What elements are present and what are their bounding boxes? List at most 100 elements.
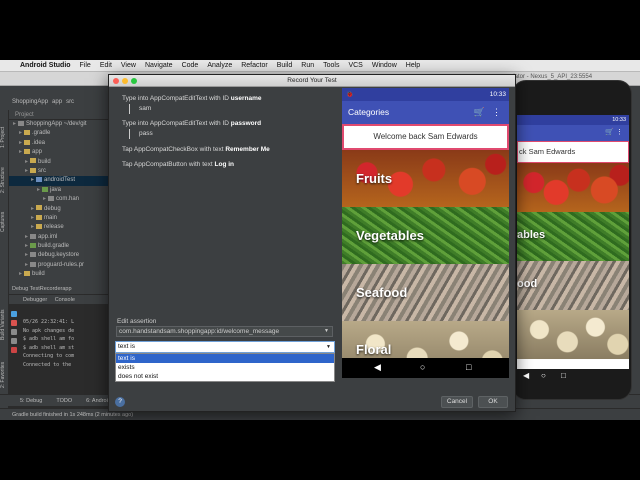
menu-app-name[interactable]: Android Studio [20, 62, 71, 69]
tree-item[interactable]: ▸ ShoppingApp ~/dev/git [9, 120, 112, 129]
cart-icon[interactable]: 🛒 [474, 101, 485, 124]
tree-item[interactable]: ▸ src [9, 167, 112, 176]
debug-bug-icon: 🐞 [346, 92, 354, 98]
minimize-window-icon[interactable] [122, 78, 128, 84]
cart-icon[interactable]: 🛒 [605, 129, 614, 136]
tree-item[interactable]: ▸ proguard-rules.pr [9, 261, 112, 270]
console-line: $ adb shell am st [23, 344, 75, 351]
tree-item-label: app.iml [38, 233, 58, 240]
category-vegetables[interactable]: Vegetables [342, 207, 509, 264]
menu-window[interactable]: Window [372, 62, 397, 69]
tree-item[interactable]: ▸ build.gradle [9, 242, 112, 251]
menu-vcs[interactable]: VCS [348, 62, 362, 69]
tab-debugger[interactable]: Debugger [23, 297, 47, 303]
menu-code[interactable]: Code [182, 62, 199, 69]
dialog-title-bar: Record Your Test [109, 75, 515, 87]
recorded-event-login[interactable]: Tap AppCompatButton with text Log in [122, 161, 234, 168]
assertion-condition-select[interactable]: text is ▼ [115, 341, 335, 353]
option-does-not-exist[interactable]: does not exist [116, 372, 334, 381]
tree-item[interactable]: ▸ main [9, 214, 112, 223]
pause-icon[interactable] [11, 329, 17, 335]
console-line: $ adb shell am fo [23, 336, 75, 342]
menu-view[interactable]: View [121, 62, 136, 69]
folder-icon [30, 158, 36, 164]
captures-tool-tab[interactable]: Captures [0, 205, 9, 239]
ok-button[interactable]: OK [478, 396, 508, 408]
structure-tool-tab[interactable]: 2: Structure [0, 160, 9, 200]
welcome-message: Welcome back Sam Edwards [342, 124, 509, 150]
tree-item[interactable]: ▸ com.han [9, 195, 112, 204]
tree-item[interactable]: ▸ release [9, 223, 112, 232]
assertion-condition-value: text is [118, 343, 135, 350]
assertion-condition-dropdown: text is exists does not exist [115, 353, 335, 382]
build-variants-tool-tab[interactable]: Build Variants [0, 300, 9, 350]
stop-icon[interactable] [11, 320, 17, 326]
tree-item[interactable]: ▸ app [9, 148, 112, 157]
phone-category-seafood[interactable]: ood [517, 261, 629, 310]
zoom-window-icon[interactable] [131, 78, 137, 84]
phone-category-fruits[interactable] [517, 163, 629, 212]
category-fruits[interactable]: Fruits [342, 150, 509, 207]
home-icon[interactable]: ○ [541, 371, 546, 380]
close-window-icon[interactable] [113, 78, 119, 84]
tab-todo[interactable]: TODO [56, 398, 72, 404]
recorded-event-username[interactable]: Type into AppCompatEditText with ID user… [122, 95, 261, 102]
overflow-menu-icon[interactable]: ⋮ [492, 101, 501, 124]
overflow-menu-icon[interactable]: ⋮ [616, 129, 623, 136]
tree-item-label: debug.keystore [38, 252, 80, 259]
project-tool-tab[interactable]: 1: Project [0, 120, 9, 154]
folder-icon [36, 177, 42, 183]
option-text-is[interactable]: text is [116, 354, 334, 363]
recents-icon[interactable]: □ [561, 371, 566, 380]
tree-item[interactable]: ▸ build [9, 270, 112, 279]
recents-icon[interactable]: □ [466, 362, 471, 372]
menu-help[interactable]: Help [406, 62, 420, 69]
menu-build[interactable]: Build [277, 62, 293, 69]
phone-category-vegetables[interactable]: ables [517, 212, 629, 261]
home-icon[interactable]: ○ [420, 362, 425, 372]
tree-item-label: java [50, 186, 62, 193]
assertion-view-select[interactable]: com.handstandsam.shoppingapp:id/welcome_… [116, 326, 333, 337]
recorded-event-remember-me[interactable]: Tap AppCompatCheckBox with text Remember… [122, 146, 270, 153]
help-button[interactable]: ? [115, 397, 125, 407]
folder-icon [30, 243, 36, 248]
option-exists[interactable]: exists [116, 363, 334, 372]
tree-item[interactable]: ▸ .gradle [9, 129, 112, 138]
tab-console[interactable]: Console [55, 297, 75, 303]
favorites-tool-tab[interactable]: 2: Favorites [0, 355, 9, 395]
settings-icon[interactable] [11, 338, 17, 344]
tree-item[interactable]: ▸ .idea [9, 139, 112, 148]
recorded-event-password[interactable]: Type into AppCompatEditText with ID pass… [122, 120, 261, 127]
tree-item[interactable]: ▸ build [9, 158, 112, 167]
breadcrumb-app[interactable]: app [52, 99, 62, 105]
tree-item-label: build [32, 271, 45, 278]
menu-navigate[interactable]: Navigate [145, 62, 173, 69]
console-line: No apk changes de [23, 327, 75, 334]
back-icon[interactable]: ◀ [374, 362, 381, 373]
breadcrumb-src[interactable]: src [66, 99, 74, 105]
tree-item[interactable]: ▸ java [9, 186, 112, 195]
project-panel-header[interactable]: Project [9, 110, 112, 120]
cancel-button[interactable]: Cancel [441, 396, 473, 408]
tree-item[interactable]: ▸ debug [9, 205, 112, 214]
menu-refactor[interactable]: Refactor [241, 62, 267, 69]
menu-analyze[interactable]: Analyze [207, 62, 232, 69]
resume-icon[interactable] [11, 311, 17, 317]
menu-run[interactable]: Run [301, 62, 314, 69]
breakpoints-icon[interactable] [11, 347, 17, 353]
back-icon[interactable]: ◀ [523, 371, 529, 380]
category-seafood[interactable]: Seafood [342, 264, 509, 321]
folder-icon [30, 252, 36, 258]
phone-category-floral[interactable] [517, 310, 629, 359]
device-clock: 10:33 [489, 91, 506, 98]
console-output: 05/26 22:32:41: L No apk changes de $ ad… [23, 318, 74, 369]
breadcrumb-project[interactable]: ShoppingApp [12, 99, 48, 105]
menu-edit[interactable]: Edit [100, 62, 112, 69]
tab-debug[interactable]: 5: Debug [20, 398, 42, 404]
tree-item-label: main [44, 214, 58, 221]
menu-file[interactable]: File [80, 62, 91, 69]
tree-item[interactable]: ▸ androidTest [9, 176, 112, 186]
tree-item[interactable]: ▸ app.iml [9, 233, 112, 242]
menu-tools[interactable]: Tools [323, 62, 339, 69]
tree-item[interactable]: ▸ debug.keystore [9, 251, 112, 260]
